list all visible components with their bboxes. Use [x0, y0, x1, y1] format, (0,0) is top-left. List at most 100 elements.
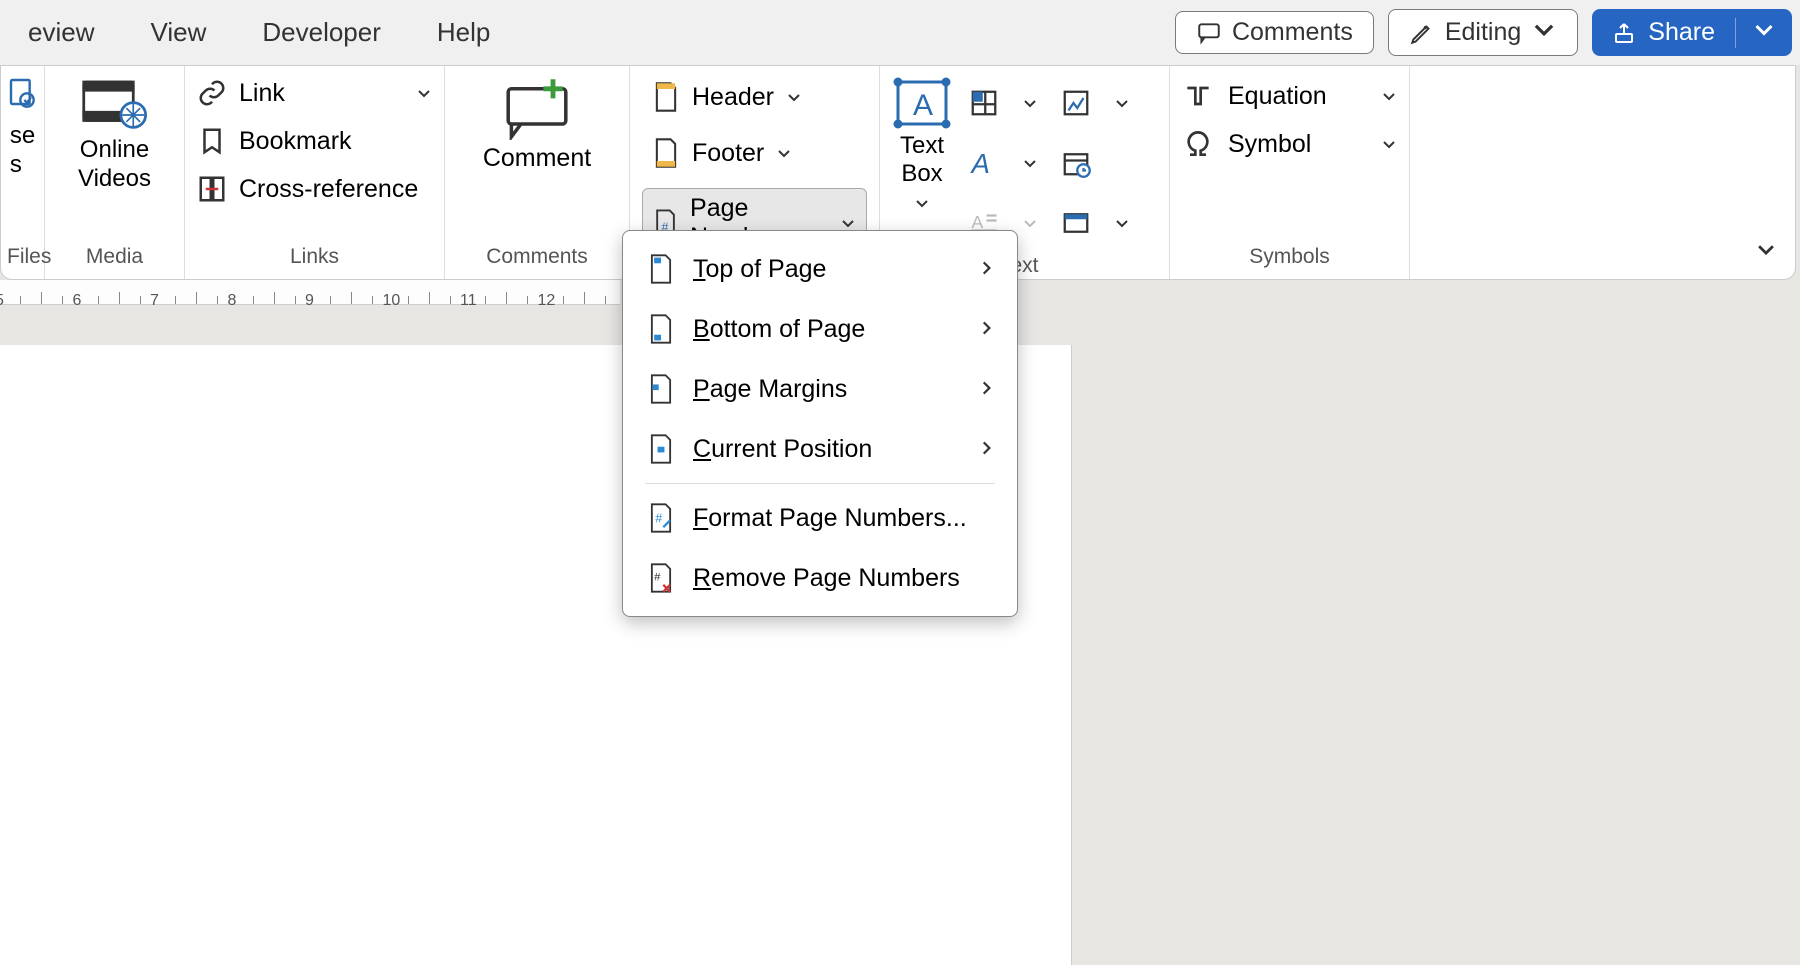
chevron-right-icon	[977, 435, 995, 464]
new-comment-button[interactable]: Comment	[483, 76, 591, 173]
chevron-right-icon	[977, 375, 995, 404]
group-label-links: Links	[197, 241, 432, 275]
group-files: se s Files	[1, 66, 45, 279]
menu-remove-page-numbers[interactable]: # Remove Page Numbers	[623, 548, 1017, 608]
menu-top-of-page[interactable]: Top of Page	[623, 239, 1017, 299]
group-label-comments: Comments	[457, 241, 617, 275]
page-top-icon	[647, 253, 675, 285]
comment-label: Comment	[483, 144, 591, 173]
object-button[interactable]	[1056, 203, 1096, 243]
pencil-icon	[1409, 20, 1435, 46]
share-button[interactable]: Share	[1592, 9, 1792, 56]
text-box-label: Text Box	[900, 132, 944, 188]
page-bottom-icon	[647, 313, 675, 345]
signature-icon	[1061, 88, 1091, 118]
menu-label: Top of Page	[693, 255, 826, 284]
menu-format-page-numbers[interactable]: # Format Page Numbers...	[623, 488, 1017, 548]
reuse-files-label: se s	[10, 122, 35, 180]
menu-label: Remove Page Numbers	[693, 564, 960, 593]
group-symbols: Equation Symbol Symbols	[1170, 66, 1410, 279]
quick-parts-icon	[969, 88, 999, 118]
svg-text:#: #	[655, 512, 662, 526]
format-page-numbers-icon: #	[647, 502, 675, 534]
object-icon	[1061, 208, 1091, 238]
header-icon	[652, 81, 680, 113]
svg-text:A: A	[970, 148, 990, 178]
footer-icon	[652, 137, 680, 169]
ribbon-tabstrip: eview View Developer Help Comments Editi…	[0, 0, 1800, 65]
link-icon	[197, 78, 227, 108]
equation-button[interactable]: Equation	[1182, 80, 1397, 112]
wordart-icon: A	[969, 148, 999, 178]
online-videos-button[interactable]: Online Videos	[78, 76, 151, 194]
tab-view[interactable]: View	[122, 17, 234, 48]
svg-text:A: A	[972, 212, 984, 232]
reuse-files-icon[interactable]	[7, 76, 39, 116]
bookmark-button[interactable]: Bookmark	[197, 126, 432, 156]
page-margins-icon	[647, 373, 675, 405]
group-comments: Comment Comments	[445, 66, 630, 279]
chevron-down-icon	[914, 190, 930, 218]
group-label-symbols: Symbols	[1182, 241, 1397, 275]
header-button[interactable]: Header	[642, 76, 867, 118]
chevron-down-icon[interactable]	[1102, 203, 1142, 243]
equation-label: Equation	[1228, 82, 1327, 111]
comment-bubble-icon	[1196, 20, 1222, 46]
horizontal-ruler[interactable]: 5 6 7 8 9 10 11 12	[0, 280, 620, 305]
chevron-right-icon	[977, 255, 995, 284]
symbol-button[interactable]: Symbol	[1182, 128, 1397, 160]
comments-button[interactable]: Comments	[1175, 11, 1374, 54]
svg-text:A: A	[913, 89, 933, 122]
chevron-down-icon	[416, 79, 432, 108]
tab-developer[interactable]: Developer	[234, 17, 409, 48]
menu-bottom-of-page[interactable]: Bottom of Page	[623, 299, 1017, 359]
editing-mode-button[interactable]: Editing	[1388, 9, 1578, 56]
cross-reference-icon	[197, 174, 227, 204]
menu-separator	[645, 483, 995, 484]
comments-label: Comments	[1232, 18, 1353, 47]
date-time-icon	[1061, 148, 1091, 178]
footer-button[interactable]: Footer	[642, 132, 867, 174]
signature-line-button[interactable]	[1056, 83, 1096, 123]
menu-page-margins[interactable]: Page Margins	[623, 359, 1017, 419]
group-links: Link Bookmark Cross-reference Links	[185, 66, 445, 279]
page-current-icon	[647, 433, 675, 465]
group-label-files: Files	[7, 241, 38, 275]
chevron-down-icon	[1381, 82, 1397, 111]
chevron-down-icon	[786, 83, 802, 112]
online-videos-label: Online Videos	[78, 136, 151, 194]
menu-current-position[interactable]: Current Position	[623, 419, 1017, 479]
tab-help[interactable]: Help	[409, 17, 518, 48]
chevron-down-icon[interactable]	[1102, 83, 1142, 123]
chevron-right-icon	[977, 315, 995, 344]
collapse-ribbon-button[interactable]	[1755, 238, 1777, 265]
bookmark-icon	[197, 126, 227, 156]
menu-label: Page Margins	[693, 375, 847, 404]
svg-text:#: #	[654, 571, 661, 583]
quick-parts-button[interactable]	[964, 83, 1004, 123]
wordart-button[interactable]: A	[964, 143, 1004, 183]
group-label-media: Media	[57, 241, 172, 275]
symbol-label: Symbol	[1228, 130, 1311, 159]
share-icon	[1612, 21, 1636, 45]
page-number-menu: Top of Page Bottom of Page Page Margins …	[622, 230, 1018, 617]
chevron-down-icon[interactable]	[1010, 83, 1050, 123]
tab-review[interactable]: eview	[0, 17, 122, 48]
new-comment-icon	[497, 76, 577, 140]
chevron-down-icon[interactable]	[1010, 143, 1050, 183]
online-videos-icon	[81, 76, 147, 132]
chevron-down-icon	[776, 139, 792, 168]
date-time-button[interactable]	[1056, 143, 1096, 183]
group-media: Online Videos Media	[45, 66, 185, 279]
bookmark-label: Bookmark	[239, 127, 352, 156]
share-label: Share	[1648, 18, 1715, 47]
menu-label: Bottom of Page	[693, 315, 865, 344]
header-label: Header	[692, 83, 774, 112]
link-button[interactable]: Link	[197, 78, 432, 108]
menu-label: Format Page Numbers...	[693, 504, 967, 533]
text-box-button[interactable]: A Text Box	[892, 76, 952, 250]
remove-page-numbers-icon: #	[647, 562, 675, 594]
footer-label: Footer	[692, 139, 764, 168]
cross-reference-button[interactable]: Cross-reference	[197, 174, 432, 204]
link-label: Link	[239, 79, 285, 108]
